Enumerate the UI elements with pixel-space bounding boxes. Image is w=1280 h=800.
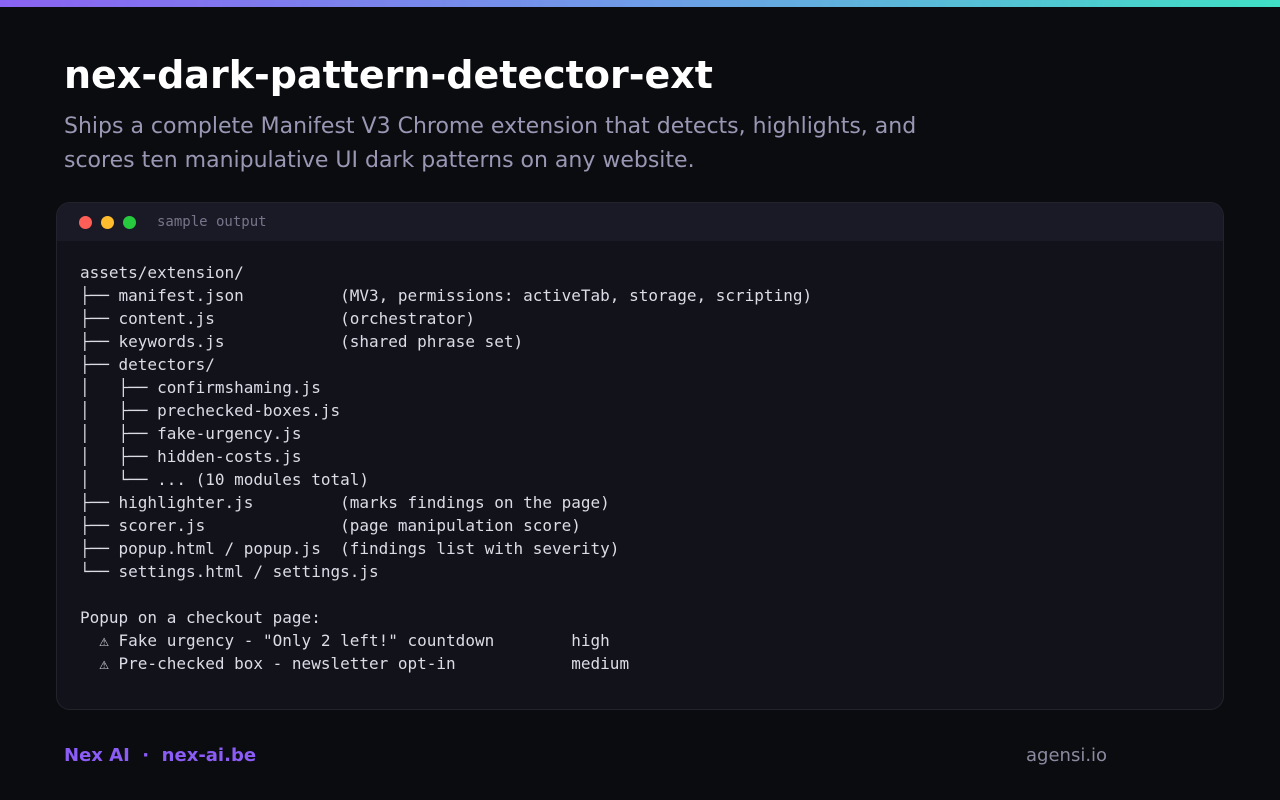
terminal-line: ├── manifest.json (MV3, permissions: act… <box>80 286 813 305</box>
terminal-output: assets/extension/ ├── manifest.json (MV3… <box>57 241 1223 675</box>
accent-gradient-bar <box>0 0 1280 7</box>
terminal-label: sample output <box>157 214 267 230</box>
terminal-line: │ ├── hidden-costs.js <box>80 447 302 466</box>
page-subtitle: Ships a complete Manifest V3 Chrome exte… <box>64 114 917 173</box>
terminal-line: ⚠ Fake urgency - "Only 2 left!" countdow… <box>80 631 610 650</box>
terminal-line: ├── content.js (orchestrator) <box>80 309 475 328</box>
footer-site-link[interactable]: agensi.io <box>1026 743 1107 769</box>
terminal-line: ⚠ Pre-checked box - newsletter opt-in me… <box>80 654 630 673</box>
terminal-line: ├── keywords.js (shared phrase set) <box>80 332 524 351</box>
footer-brand-link[interactable]: Nex AI · nex-ai.be <box>64 743 256 769</box>
terminal-window: sample output assets/extension/ ├── mani… <box>56 202 1224 710</box>
terminal-line: │ └── ... (10 modules total) <box>80 470 369 489</box>
terminal-line: │ ├── fake-urgency.js <box>80 424 302 443</box>
close-dot-icon <box>79 215 92 229</box>
terminal-line: │ ├── confirmshaming.js <box>80 378 321 397</box>
page-title: nex-dark-pattern-detector-ext <box>64 53 713 97</box>
terminal-line: assets/extension/ <box>80 263 244 282</box>
terminal-line: ├── highlighter.js (marks findings on th… <box>80 493 610 512</box>
terminal-line: ├── scorer.js (page manipulation score) <box>80 516 581 535</box>
terminal-line: Popup on a checkout page: <box>80 608 321 627</box>
terminal-line: ├── detectors/ <box>80 355 215 374</box>
terminal-title-bar: sample output <box>57 203 1223 241</box>
terminal-line: │ ├── prechecked-boxes.js <box>80 401 341 420</box>
minimize-dot-icon <box>101 215 114 229</box>
terminal-line: ├── popup.html / popup.js (findings list… <box>80 539 620 558</box>
maximize-dot-icon <box>123 215 136 229</box>
terminal-line: └── settings.html / settings.js <box>80 562 379 581</box>
